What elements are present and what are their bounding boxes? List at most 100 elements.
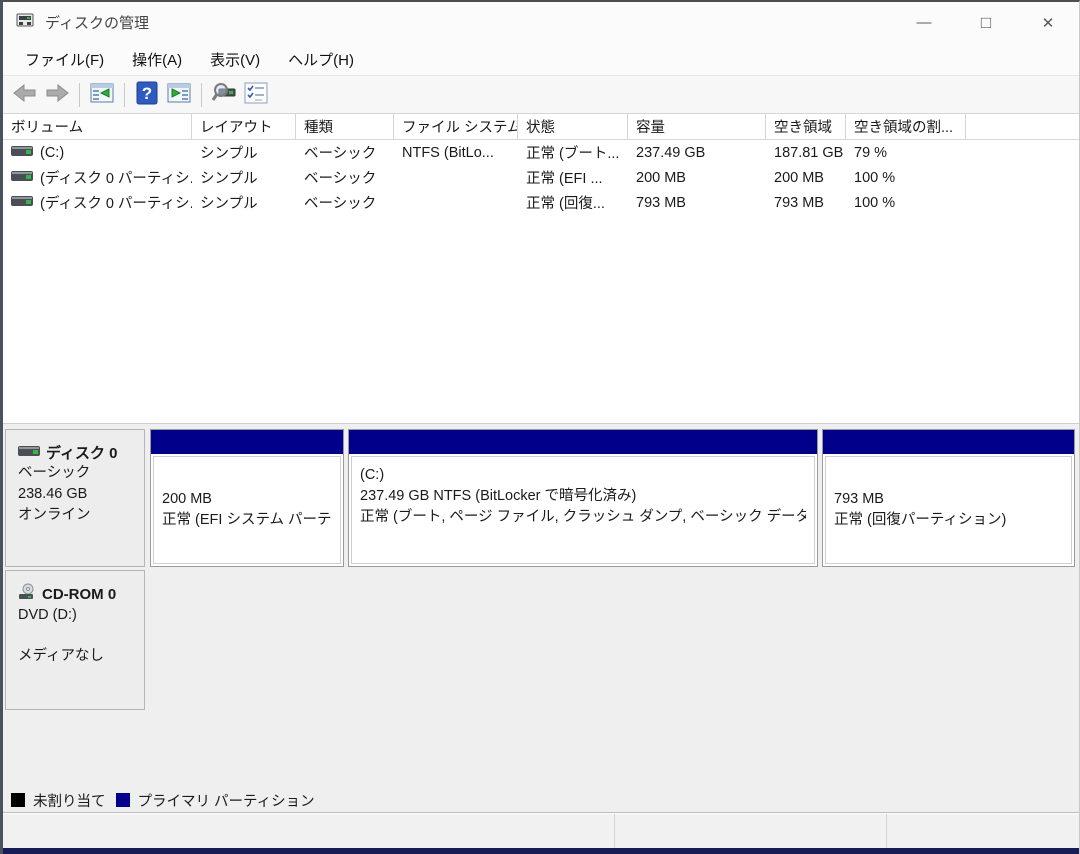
volume-free-space: 187.81 GB: [774, 144, 844, 161]
volume-status: 正常 (回復...: [526, 196, 605, 212]
help-question-icon: ?: [136, 81, 158, 108]
window-controls: — □ ✕: [893, 2, 1079, 43]
partition-efi[interactable]: 200 MB 正常 (EFI システム パーティ: [150, 429, 344, 567]
volume-free-percent: 79 %: [854, 144, 888, 161]
partition-color-band: [823, 430, 1074, 454]
menu-file[interactable]: ファイル(F): [11, 44, 118, 75]
partition-status: 正常 (EFI システム パーティ: [162, 512, 332, 528]
cdrom0-label-panel[interactable]: CD-ROM 0 DVD (D:) メディアなし: [5, 570, 145, 710]
toolbar-separator: [79, 82, 80, 107]
cdrom0-empty-area: [150, 570, 1075, 710]
legend-label: プライマリ パーティション: [137, 793, 315, 810]
volume-type: ベーシック: [304, 171, 377, 187]
column-header-filler: [966, 114, 1079, 139]
minimize-button[interactable]: —: [893, 2, 955, 43]
disk0-label-panel[interactable]: ディスク 0 ベーシック 238.46 GB オンライン: [5, 429, 145, 567]
cdrom0-name: CD-ROM 0: [42, 585, 117, 603]
legend-label: 未割り当て: [33, 793, 106, 810]
show-action-pane-button[interactable]: [163, 80, 195, 110]
toolbar: ?: [3, 76, 1079, 114]
forward-button[interactable]: [41, 80, 73, 110]
status-segment: [3, 814, 615, 848]
menu-help[interactable]: ヘルプ(H): [274, 44, 368, 75]
volume-list-header: ボリューム レイアウト 種類 ファイル システム 状態 容量 空き領域 空き領域…: [3, 114, 1079, 140]
column-header-status[interactable]: 状態: [518, 114, 628, 139]
volume-free-space: 793 MB: [774, 194, 824, 211]
status-segment: [615, 814, 887, 848]
legend-item-unallocated: 未割り当て: [11, 790, 106, 811]
partition-size: 793 MB: [834, 491, 884, 507]
volume-type: ベーシック: [304, 196, 377, 212]
disk-search-button[interactable]: [208, 80, 240, 110]
svg-text:?: ?: [142, 84, 152, 103]
volume-capacity: 793 MB: [636, 194, 686, 211]
toolbar-separator: [201, 82, 202, 107]
partition-name: (C:): [360, 467, 385, 483]
legend-item-primary-partition: プライマリ パーティション: [115, 790, 315, 811]
disk0-status: オンライン: [18, 507, 91, 523]
cdrom0-status: メディアなし: [18, 648, 104, 664]
volume-name: (ディスク 0 パーティシ...: [40, 171, 192, 187]
window-left-arrow-icon: [89, 81, 115, 108]
cdrom0-row: CD-ROM 0 DVD (D:) メディアなし: [5, 570, 1075, 710]
back-button[interactable]: [9, 80, 41, 110]
volume-free-space: 200 MB: [774, 169, 824, 186]
table-row[interactable]: (C:) シンプル ベーシック NTFS (BitLo... 正常 (ブート..…: [3, 140, 1079, 165]
volume-filesystem: NTFS (BitLo...: [402, 144, 494, 161]
disk0-name: ディスク 0: [46, 445, 118, 462]
partition-status: 正常 (回復パーティション): [834, 512, 1007, 528]
partition-color-band: [349, 430, 817, 454]
disk0-row: ディスク 0 ベーシック 238.46 GB オンライン 200 MB 正常 (…: [5, 429, 1075, 567]
table-row[interactable]: (ディスク 0 パーティシ... シンプル ベーシック 正常 (回復... 79…: [3, 190, 1079, 215]
volume-type: ベーシック: [304, 146, 377, 162]
magnifier-disk-icon: [211, 81, 237, 108]
properties-list-button[interactable]: [240, 80, 272, 110]
toolbar-separator: [124, 82, 125, 107]
back-arrow-icon: [12, 82, 38, 107]
column-header-type[interactable]: 種類: [296, 114, 394, 139]
unallocated-color-swatch: [11, 793, 25, 807]
window-bottom-edge: [3, 848, 1079, 854]
menu-bar: ファイル(F) 操作(A) 表示(V) ヘルプ(H): [3, 43, 1079, 76]
volume-drive-icon: [11, 145, 33, 161]
title-bar: ディスクの管理 — □ ✕: [3, 2, 1079, 43]
volume-status: 正常 (EFI ...: [526, 171, 603, 187]
cd-rom-icon: [18, 583, 36, 605]
disk0-type: ベーシック: [18, 465, 91, 481]
menu-view[interactable]: 表示(V): [196, 44, 274, 75]
partition-c[interactable]: (C:) 237.49 GB NTFS (BitLocker で暗号化済み) 正…: [348, 429, 818, 567]
menu-action[interactable]: 操作(A): [118, 44, 196, 75]
forward-arrow-icon: [44, 82, 70, 107]
window-right-arrow-icon: [166, 81, 192, 108]
volume-drive-icon: [11, 170, 33, 186]
disk0-size: 238.46 GB: [18, 486, 88, 502]
volume-list-pane: ボリューム レイアウト 種類 ファイル システム 状態 容量 空き領域 空き領域…: [3, 114, 1079, 424]
partition-size: 200 MB: [162, 491, 212, 507]
disk-management-app-icon: [15, 10, 35, 35]
close-button[interactable]: ✕: [1017, 2, 1079, 43]
column-header-capacity[interactable]: 容量: [628, 114, 766, 139]
column-header-filesystem[interactable]: ファイル システム: [394, 114, 518, 139]
disk-management-window: ディスクの管理 — □ ✕ ファイル(F) 操作(A) 表示(V) ヘルプ(H): [0, 0, 1080, 854]
column-header-volume[interactable]: ボリューム: [3, 114, 192, 139]
volume-name: (ディスク 0 パーティシ...: [40, 196, 192, 212]
volume-capacity: 237.49 GB: [636, 144, 706, 161]
primary-partition-color-swatch: [115, 793, 130, 807]
volume-layout: シンプル: [200, 171, 258, 187]
column-header-layout[interactable]: レイアウト: [192, 114, 296, 139]
graphical-view-pane: ディスク 0 ベーシック 238.46 GB オンライン 200 MB 正常 (…: [3, 424, 1079, 788]
volume-free-percent: 100 %: [854, 169, 896, 186]
partition-status: 正常 (ブート, ページ ファイル, クラッシュ ダンプ, ベーシック データ …: [360, 509, 806, 525]
volume-layout: シンプル: [200, 146, 258, 162]
column-header-free-percent[interactable]: 空き領域の割...: [846, 114, 966, 139]
table-row[interactable]: (ディスク 0 パーティシ... シンプル ベーシック 正常 (EFI ... …: [3, 165, 1079, 190]
help-button[interactable]: ?: [131, 80, 163, 110]
show-console-tree-button[interactable]: [86, 80, 118, 110]
column-header-free-space[interactable]: 空き領域: [766, 114, 846, 139]
disk-drive-icon: [18, 444, 40, 461]
volume-capacity: 200 MB: [636, 169, 686, 186]
window-title: ディスクの管理: [45, 15, 149, 32]
partition-recovery[interactable]: 793 MB 正常 (回復パーティション): [822, 429, 1075, 567]
legend-bar: 未割り当て プライマリ パーティション: [3, 788, 1079, 813]
maximize-button[interactable]: □: [955, 2, 1017, 43]
